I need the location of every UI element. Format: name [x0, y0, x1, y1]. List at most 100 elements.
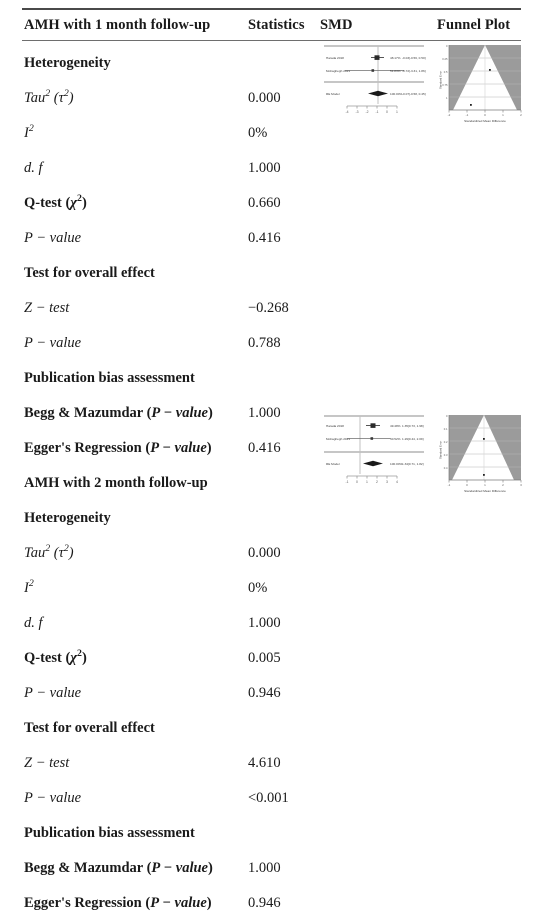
row-label: Begg & Mazumdar (P − value)	[24, 405, 213, 421]
svg-text:1.34[0.71, 1.82]: 1.34[0.71, 1.82]	[402, 462, 424, 466]
svg-text:-1: -1	[466, 113, 469, 117]
svg-text:0: 0	[386, 110, 388, 114]
column-header-label: AMH with 1 month follow-up	[24, 17, 211, 33]
svg-text:0.2: 0.2	[444, 440, 448, 444]
svg-text:-0.72[-3.31, 1.86]: -0.72[-3.31, 1.86]	[402, 69, 426, 73]
table-row: Publication bias assessment	[0, 816, 543, 851]
svg-text:-1: -1	[375, 110, 378, 114]
table-row: P − value 0.788	[0, 326, 543, 361]
svg-text:-0.07[-0.58, 0.45]: -0.07[-0.58, 0.45]	[402, 92, 426, 96]
svg-text:0.75: 0.75	[442, 83, 448, 87]
row-label: P − value	[24, 790, 82, 806]
table-row: Egger's Regression (P − value) 0.946	[0, 886, 543, 921]
svg-text:2: 2	[376, 480, 378, 484]
forest-plot-2-svg: Harada 2018 49.48% 1.35[0.73, 1.98] Moha…	[324, 415, 424, 484]
row-label: Q-test (χ2)	[24, 193, 87, 211]
table-row: I2 0%	[0, 571, 543, 606]
forest-plot-1-svg: Harada 2018 48.17% -0.03[-0.56, 0.50] Mo…	[324, 45, 426, 114]
row-label: I2	[24, 123, 34, 141]
row-value: 0%	[248, 125, 268, 141]
svg-text:0.3: 0.3	[444, 453, 448, 457]
table-row: P − value <0.001	[0, 781, 543, 816]
svg-text:Mohaghegh 2021: Mohaghegh 2021	[326, 437, 350, 441]
table-row: Tau2 (τ2) 0.000	[0, 536, 543, 571]
svg-text:48.17%: 48.17%	[390, 56, 401, 60]
svg-text:51.83%: 51.83%	[390, 69, 401, 73]
row-label: P − value	[24, 685, 82, 701]
row-label: d. f	[24, 615, 43, 631]
svg-text:1: 1	[366, 480, 368, 484]
svg-text:Standard Error: Standard Error	[438, 441, 442, 459]
row-value: 0.416	[248, 230, 281, 246]
row-value: 0.000	[248, 545, 281, 561]
svg-text:1.29[0.44, 2.09]: 1.29[0.44, 2.09]	[402, 437, 424, 441]
row-label: Tau2 (τ2)	[24, 88, 74, 106]
svg-text:RE Model: RE Model	[326, 462, 340, 466]
svg-text:-1: -1	[448, 483, 451, 487]
row-value: 1.000	[248, 615, 281, 631]
svg-text:Harada 2018: Harada 2018	[326, 424, 344, 428]
row-label: Test for overall effect	[24, 265, 155, 281]
svg-text:1: 1	[502, 113, 504, 117]
row-label: P − value	[24, 230, 82, 246]
row-value: 4.610	[248, 755, 281, 771]
row-label: Heterogeneity	[24, 510, 111, 526]
row-label: Q-test (χ2)	[24, 648, 87, 666]
row-label: Tau2 (τ2)	[24, 543, 74, 561]
row-value: 0.416	[248, 440, 281, 456]
row-value: 0.946	[248, 895, 281, 911]
svg-text:Standardized Mean Difference: Standardized Mean Difference	[464, 119, 506, 123]
table-row: Z − test −0.268	[0, 291, 543, 326]
table-row: Heterogeneity	[0, 501, 543, 536]
table-top-rule	[22, 8, 521, 10]
table-row: Q-test (χ2) 0.660	[0, 186, 543, 221]
svg-text:1: 1	[396, 110, 398, 114]
table-row: Q-test (χ2) 0.005	[0, 641, 543, 676]
svg-text:0.4: 0.4	[444, 466, 448, 470]
svg-text:0: 0	[446, 44, 448, 48]
svg-text:-2: -2	[448, 113, 451, 117]
row-value: 0.005	[248, 650, 281, 666]
row-label: Z − test	[24, 755, 70, 771]
table-row: Publication bias assessment	[0, 361, 543, 396]
svg-text:1.35[0.73, 1.98]: 1.35[0.73, 1.98]	[402, 424, 424, 428]
svg-text:2: 2	[520, 113, 522, 117]
svg-text:49.48%: 49.48%	[390, 424, 401, 428]
table-header-row: AMH with 1 month follow-up Statistics SM…	[0, 13, 543, 39]
row-label: I2	[24, 578, 34, 596]
table-row: Z − test 4.610	[0, 746, 543, 781]
column-header-statistics: Statistics	[248, 17, 305, 33]
row-label: AMH with 2 month follow-up	[24, 475, 208, 491]
row-label: Z − test	[24, 300, 70, 316]
svg-text:4: 4	[396, 480, 398, 484]
row-value: 0.788	[248, 335, 281, 351]
svg-text:3: 3	[386, 480, 388, 484]
row-label: Publication bias assessment	[24, 825, 195, 841]
svg-text:50.52%: 50.52%	[390, 437, 401, 441]
svg-text:0: 0	[356, 480, 358, 484]
table-row: Test for overall effect	[0, 711, 543, 746]
column-header-smd: SMD	[320, 17, 353, 33]
svg-text:0: 0	[446, 414, 448, 418]
svg-text:-3: -3	[355, 110, 358, 114]
row-label: Egger's Regression (P − value)	[24, 895, 212, 911]
funnel-plot-2: -1 0 1 2 3 0 0.1 0.2 0.3 0.4 Standardize…	[438, 412, 524, 496]
svg-text:-4: -4	[345, 110, 348, 114]
row-value: −0.268	[248, 300, 289, 316]
funnel-plot-1: -2 -1 0 1 2 0 0.25 0.5 0.75 1 Standardiz…	[438, 42, 524, 126]
svg-text:Standardized Mean Difference: Standardized Mean Difference	[464, 489, 506, 493]
table-row: d. f 1.000	[0, 151, 543, 186]
row-value: <0.001	[248, 790, 289, 806]
row-value: 1.000	[248, 160, 281, 176]
row-value: 1.000	[248, 860, 281, 876]
forest-plot-1: Harada 2018 48.17% -0.03[-0.56, 0.50] Mo…	[322, 44, 426, 120]
svg-text:0.5: 0.5	[444, 70, 448, 74]
table-row: P − value 0.946	[0, 676, 543, 711]
svg-text:Harada 2018: Harada 2018	[326, 56, 344, 60]
row-value: 0%	[248, 580, 268, 596]
table-row: Begg & Mazumdar (P − value) 1.000	[0, 851, 543, 886]
row-label: Egger's Regression (P − value)	[24, 440, 212, 456]
table-row: d. f 1.000	[0, 606, 543, 641]
svg-text:2: 2	[502, 483, 504, 487]
table-header-rule	[22, 40, 521, 41]
